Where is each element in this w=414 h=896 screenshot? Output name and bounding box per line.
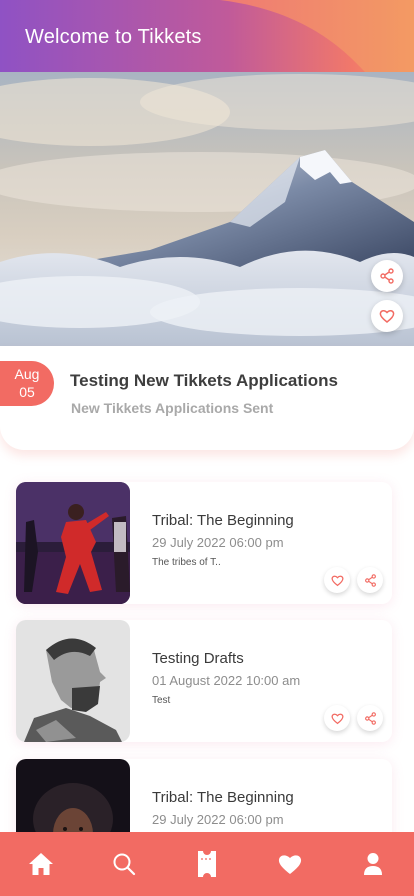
- app-header: Welcome to Tikkets: [0, 0, 414, 72]
- event-title: Tribal: The Beginning: [152, 789, 294, 806]
- share-icon: [364, 711, 376, 725]
- event-like-button[interactable]: [324, 705, 350, 731]
- featured-event-title: Testing New Tikkets Applications: [70, 371, 338, 390]
- nav-profile[interactable]: [349, 840, 397, 888]
- share-icon: [364, 573, 376, 587]
- featured-share-button[interactable]: [371, 260, 403, 292]
- event-title: Testing Drafts: [152, 650, 244, 667]
- event-share-button[interactable]: [357, 705, 383, 731]
- heart-icon: [278, 855, 301, 874]
- profile-icon: [363, 853, 382, 875]
- event-card[interactable]: Testing Drafts 01 August 2022 10:00 am T…: [16, 620, 392, 742]
- event-description: The tribes of T..: [152, 557, 221, 568]
- date-month: Aug: [14, 366, 40, 382]
- featured-event-card[interactable]: Aug 05 Testing New Tikkets Applications …: [0, 346, 414, 450]
- event-share-button[interactable]: [357, 567, 383, 593]
- search-icon: [113, 853, 136, 876]
- featured-event-image[interactable]: [0, 72, 414, 348]
- featured-like-button[interactable]: [371, 300, 403, 332]
- nav-tickets[interactable]: [183, 840, 231, 888]
- featured-event-subtitle: New Tikkets Applications Sent: [71, 400, 274, 416]
- event-title: Tribal: The Beginning: [152, 512, 294, 529]
- event-date: 29 July 2022 06:00 pm: [152, 812, 284, 827]
- date-badge: Aug 05: [0, 361, 54, 406]
- nav-favorites[interactable]: [266, 840, 314, 888]
- event-like-button[interactable]: [324, 567, 350, 593]
- event-date: 29 July 2022 06:00 pm: [152, 535, 284, 550]
- event-card[interactable]: Tribal: The Beginning 29 July 2022 06:00…: [16, 482, 392, 604]
- share-icon: [380, 268, 394, 284]
- nav-search[interactable]: [100, 840, 148, 888]
- event-thumbnail: [16, 482, 130, 604]
- bottom-navigation: [0, 832, 414, 896]
- event-description: Test: [152, 695, 171, 706]
- event-thumbnail: [16, 620, 130, 742]
- event-date: 01 August 2022 10:00 am: [152, 673, 301, 688]
- heart-outline-icon: [379, 310, 395, 323]
- ticket-icon: [197, 851, 216, 877]
- page-title: Welcome to Tikkets: [25, 26, 202, 48]
- date-day: 05: [19, 384, 35, 400]
- nav-home[interactable]: [17, 840, 65, 888]
- heart-outline-icon: [330, 713, 344, 724]
- heart-outline-icon: [330, 575, 344, 586]
- home-icon: [29, 853, 54, 875]
